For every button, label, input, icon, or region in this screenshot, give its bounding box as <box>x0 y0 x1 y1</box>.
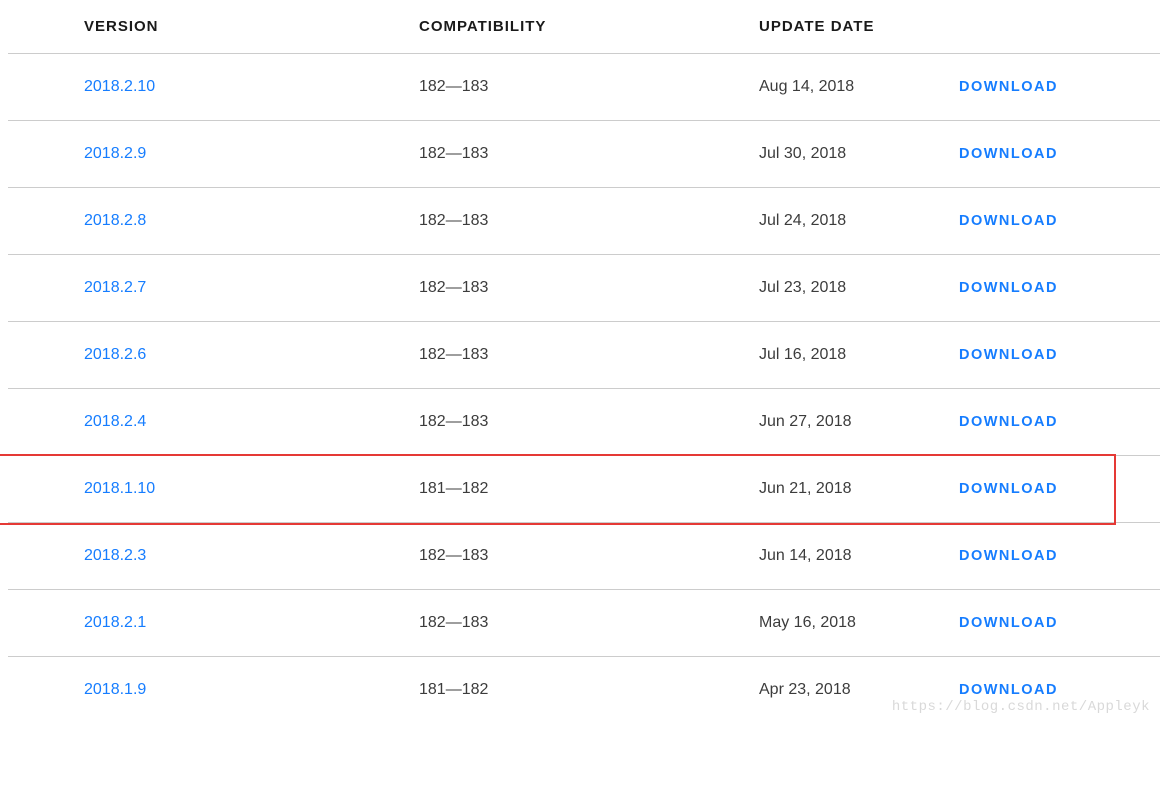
version-link[interactable]: 2018.2.9 <box>84 145 146 162</box>
compatibility-text: 182—183 <box>419 145 488 162</box>
compatibility-text: 181—182 <box>419 681 488 698</box>
compatibility-text: 182—183 <box>419 413 488 430</box>
download-button[interactable]: DOWNLOAD <box>959 682 1058 698</box>
table-row: 2018.2.9 182—183 Jul 30, 2018 DOWNLOAD <box>8 121 1160 188</box>
compatibility-text: 181—182 <box>419 480 488 497</box>
download-button[interactable]: DOWNLOAD <box>959 414 1058 430</box>
table-row: 2018.1.9 181—182 Apr 23, 2018 DOWNLOAD <box>8 657 1160 723</box>
version-link[interactable]: 2018.2.4 <box>84 413 146 430</box>
version-link[interactable]: 2018.1.10 <box>84 480 155 497</box>
version-link[interactable]: 2018.2.10 <box>84 78 155 95</box>
version-link[interactable]: 2018.2.6 <box>84 346 146 363</box>
table-row: 2018.2.7 182—183 Jul 23, 2018 DOWNLOAD <box>8 255 1160 322</box>
download-button[interactable]: DOWNLOAD <box>959 213 1058 229</box>
table-row: 2018.1.10 181—182 Jun 21, 2018 DOWNLOAD <box>8 456 1160 523</box>
update-date-text: Jul 23, 2018 <box>759 279 846 296</box>
table-row: 2018.2.10 182—183 Aug 14, 2018 DOWNLOAD <box>8 54 1160 121</box>
download-button[interactable]: DOWNLOAD <box>959 347 1058 363</box>
download-button[interactable]: DOWNLOAD <box>959 79 1058 95</box>
update-date-text: Jun 27, 2018 <box>759 413 852 430</box>
update-date-text: Jul 16, 2018 <box>759 346 846 363</box>
download-button[interactable]: DOWNLOAD <box>959 481 1058 497</box>
update-date-text: Aug 14, 2018 <box>759 78 854 95</box>
compatibility-text: 182—183 <box>419 279 488 296</box>
compatibility-text: 182—183 <box>419 547 488 564</box>
version-link[interactable]: 2018.2.7 <box>84 279 146 296</box>
update-date-text: May 16, 2018 <box>759 614 856 631</box>
header-update-date: UPDATE DATE <box>759 18 959 35</box>
version-link[interactable]: 2018.2.8 <box>84 212 146 229</box>
header-version: VERSION <box>84 18 419 35</box>
version-link[interactable]: 2018.1.9 <box>84 681 146 698</box>
compatibility-text: 182—183 <box>419 614 488 631</box>
update-date-text: Jul 24, 2018 <box>759 212 846 229</box>
version-link[interactable]: 2018.2.3 <box>84 547 146 564</box>
update-date-text: Apr 23, 2018 <box>759 681 851 698</box>
update-date-text: Jun 21, 2018 <box>759 480 852 497</box>
download-button[interactable]: DOWNLOAD <box>959 615 1058 631</box>
update-date-text: Jul 30, 2018 <box>759 145 846 162</box>
compatibility-text: 182—183 <box>419 346 488 363</box>
version-link[interactable]: 2018.2.1 <box>84 614 146 631</box>
update-date-text: Jun 14, 2018 <box>759 547 852 564</box>
header-download <box>959 18 1160 35</box>
download-button[interactable]: DOWNLOAD <box>959 146 1058 162</box>
download-button[interactable]: DOWNLOAD <box>959 548 1058 564</box>
table-row: 2018.2.4 182—183 Jun 27, 2018 DOWNLOAD <box>8 389 1160 456</box>
table-row: 2018.2.6 182—183 Jul 16, 2018 DOWNLOAD <box>8 322 1160 389</box>
table-row: 2018.2.8 182—183 Jul 24, 2018 DOWNLOAD <box>8 188 1160 255</box>
version-table: VERSION COMPATIBILITY UPDATE DATE 2018.2… <box>8 0 1160 723</box>
compatibility-text: 182—183 <box>419 212 488 229</box>
table-row: 2018.2.1 182—183 May 16, 2018 DOWNLOAD <box>8 590 1160 657</box>
compatibility-text: 182—183 <box>419 78 488 95</box>
table-row: 2018.2.3 182—183 Jun 14, 2018 DOWNLOAD <box>8 523 1160 590</box>
table-header: VERSION COMPATIBILITY UPDATE DATE <box>8 0 1160 54</box>
header-compatibility: COMPATIBILITY <box>419 18 759 35</box>
download-button[interactable]: DOWNLOAD <box>959 280 1058 296</box>
